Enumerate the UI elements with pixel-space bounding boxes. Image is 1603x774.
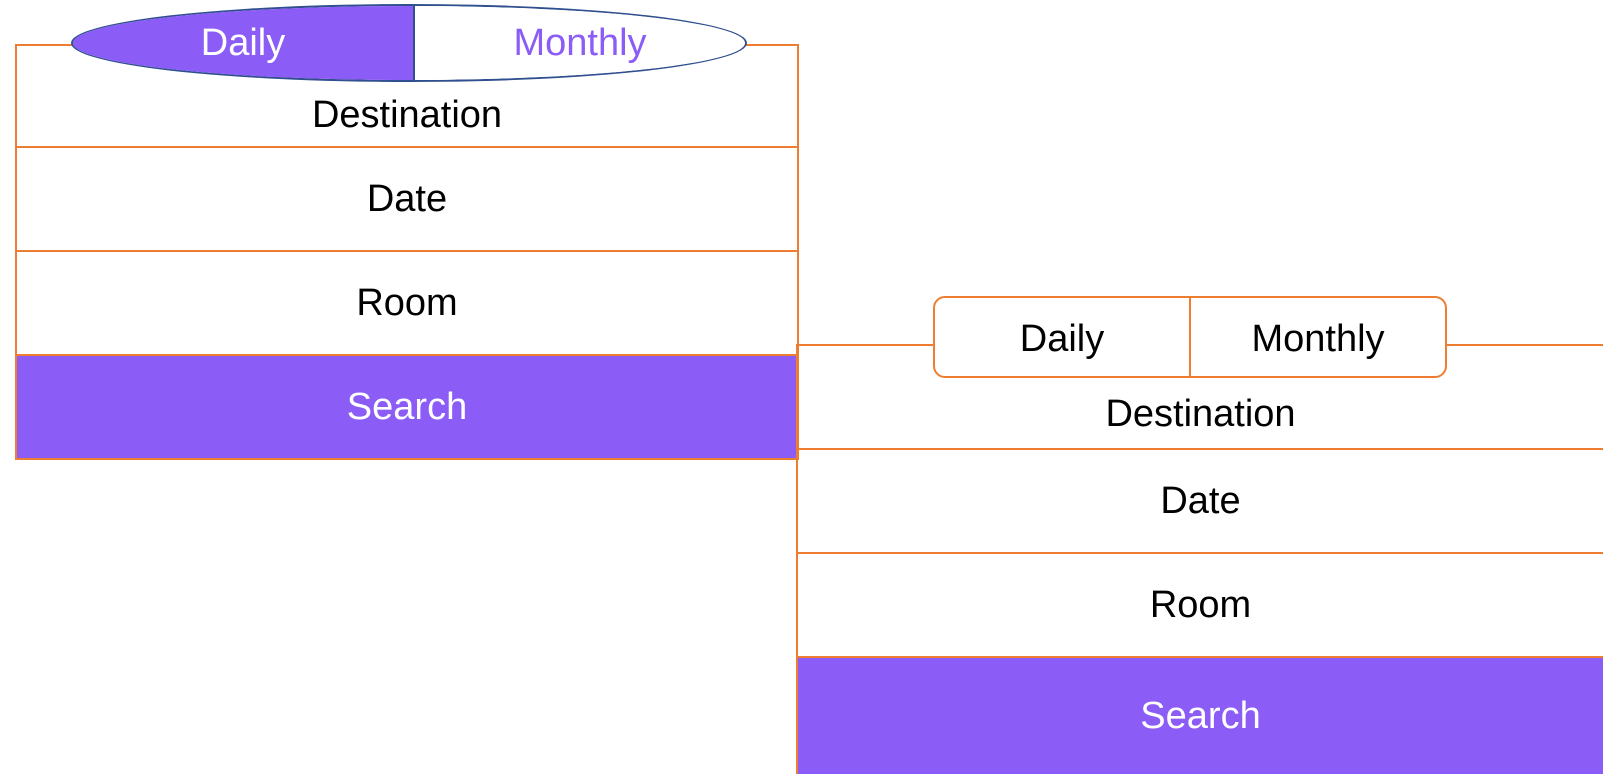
destination-field[interactable]: Destination [17,84,797,148]
daily-toggle-option[interactable]: Daily [935,298,1191,376]
panel-top-border-right [745,44,799,46]
destination-field[interactable]: Destination [798,380,1603,450]
canvas: Daily Monthly Destination Date Room Sear… [0,0,1603,774]
room-field[interactable]: Room [17,252,797,356]
search-panel-b: Daily Monthly Destination Date Room Sear… [796,296,1603,774]
monthly-label: Monthly [513,21,647,64]
segmented-toggle: Daily Monthly [933,296,1447,378]
monthly-toggle-option[interactable]: Monthly [413,6,745,80]
search-label: Search [346,385,468,428]
room-label: Room [1149,583,1252,626]
panel-top-border-left [798,344,935,346]
search-button[interactable]: Search [798,658,1603,774]
date-field[interactable]: Date [798,450,1603,554]
search-button[interactable]: Search [17,356,797,458]
monthly-label: Monthly [1251,317,1385,360]
pill-toggle: Daily Monthly [71,4,747,82]
date-label: Date [366,177,448,220]
monthly-toggle-option[interactable]: Monthly [1191,298,1445,376]
room-label: Room [356,281,458,324]
date-field[interactable]: Date [17,148,797,252]
panel-top-border-left [17,44,73,46]
date-label: Date [1160,479,1241,522]
destination-label: Destination [1105,392,1296,435]
daily-toggle-option[interactable]: Daily [73,6,413,80]
search-label: Search [1140,694,1261,737]
panel-top-border-right [1445,344,1603,346]
destination-label: Destination [311,93,503,136]
search-panel-a: Daily Monthly Destination Date Room Sear… [15,4,799,460]
daily-label: Daily [200,21,286,64]
daily-label: Daily [1019,317,1105,360]
room-field[interactable]: Room [798,554,1603,658]
